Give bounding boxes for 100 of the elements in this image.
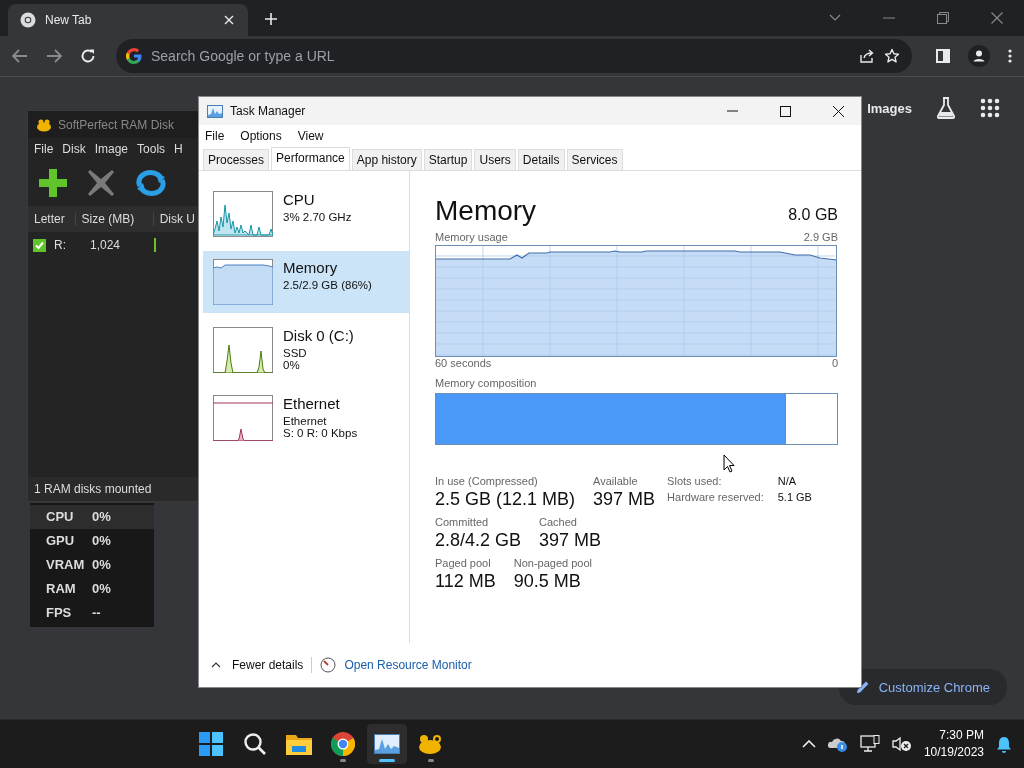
fewer-details-link[interactable]: Fewer details (211, 658, 304, 672)
tab[interactable]: Users (474, 149, 516, 170)
item-detail: 0% (283, 359, 301, 371)
total-memory: 8.0 GB (788, 206, 838, 224)
notification-bell-icon[interactable] (996, 735, 1012, 753)
close-icon[interactable] (833, 105, 844, 117)
star-icon[interactable] (884, 48, 900, 64)
sidebar-item[interactable]: Ethernet Ethernet S: 0 R: 0 Kbps (203, 387, 409, 449)
panel-title: Memory (435, 195, 537, 227)
disk-graph-thumbnail (213, 327, 273, 373)
item-detail: 3% 2.70 GHz (283, 211, 352, 223)
cpu-graph-thumbnail (213, 191, 273, 237)
stat-label: Non-paged pool (513, 557, 592, 569)
search-icon (242, 732, 267, 756)
stat-value: 397 MB (539, 530, 602, 551)
table-cell-text: 1,024 (90, 238, 122, 252)
stat-label: VRAM (46, 558, 86, 572)
stat-value: 0% (92, 510, 112, 524)
column-header[interactable]: Size (MB) (75, 212, 154, 226)
new-tab-icon[interactable] (264, 12, 278, 26)
stat-value: 2.5 GB (12.1 MB) (435, 489, 576, 510)
resource-monitor-icon (320, 657, 337, 673)
folder-icon (285, 733, 312, 755)
tab[interactable]: Details (517, 149, 565, 170)
start-icon (198, 732, 223, 756)
running-indicator (427, 759, 434, 762)
maximize-icon[interactable] (780, 105, 791, 117)
menu-item[interactable]: File (34, 142, 54, 156)
chevron-up-icon[interactable] (801, 740, 816, 748)
chevron-up-icon (211, 662, 221, 668)
sidebar-item[interactable]: CPU 3% 2.70 GHz (203, 183, 409, 245)
share-icon[interactable] (859, 48, 875, 64)
sidebar-item[interactable]: Disk 0 (C:) SSD 0% (203, 319, 409, 381)
column-header[interactable]: Letter (28, 212, 76, 226)
item-detail: Ethernet (283, 415, 328, 427)
task-manager-icon (373, 734, 400, 754)
stat-label: In use (Compressed) (435, 475, 539, 487)
axis-label: 0 (831, 357, 838, 369)
ethernet-graph-thumbnail (213, 395, 273, 441)
stat-value: 112 MB (435, 571, 496, 592)
chevron-down-icon[interactable] (829, 14, 841, 22)
side-panel-icon[interactable] (936, 49, 950, 63)
images-link[interactable]: Images (867, 100, 912, 116)
stat-value: 0% (92, 534, 112, 548)
delete-icon[interactable] (86, 168, 116, 198)
sidebar-item[interactable]: Memory 2.5/2.9 GB (86%) (203, 251, 409, 313)
apps-grid-icon[interactable] (980, 98, 1000, 118)
tab[interactable]: Startup (423, 149, 473, 170)
item-detail: SSD (283, 347, 308, 359)
profile-icon[interactable] (968, 45, 990, 67)
tab[interactable]: Services (566, 149, 623, 170)
back-icon[interactable] (12, 49, 28, 63)
menu-item[interactable]: Image (94, 142, 129, 156)
menu-item[interactable]: Tools (137, 142, 166, 156)
running-indicator (339, 759, 346, 762)
tab[interactable]: Processes (203, 149, 270, 170)
graph-max: 2.9 GB (803, 231, 838, 243)
clock[interactable]: 7:30 PM 10/19/2023 (923, 727, 984, 761)
menu-item[interactable]: Options (240, 129, 282, 143)
detail-value: 5.1 GB (777, 491, 812, 503)
reload-icon[interactable] (80, 48, 96, 64)
refresh-icon[interactable] (134, 169, 168, 197)
volume-muted-icon[interactable] (891, 736, 912, 752)
ram-disk-logo-icon (417, 733, 444, 755)
graph-label: Memory usage (435, 231, 508, 243)
detail-label: Slots used: (667, 475, 723, 487)
network-icon[interactable] (859, 735, 880, 753)
address-field[interactable]: Search Google or type a URL (151, 48, 391, 64)
graph-label: Memory composition (435, 377, 538, 389)
taskbar-app[interactable] (366, 724, 407, 764)
item-title: Disk 0 (C:) (283, 327, 354, 344)
cloud-info-icon[interactable] (827, 736, 848, 752)
item-detail: 2.5/2.9 GB (86%) (283, 279, 372, 291)
stat-value: 397 MB (593, 489, 656, 510)
chrome-icon (330, 732, 355, 756)
resource-monitor-link[interactable]: Open Resource Monitor (344, 658, 472, 672)
item-title: CPU (283, 191, 316, 208)
tab[interactable]: App history (351, 149, 422, 170)
forward-icon[interactable] (46, 49, 62, 63)
stat-label: Paged pool (435, 557, 492, 569)
stat-label: FPS (46, 606, 73, 620)
tab[interactable]: Performance (271, 147, 350, 170)
flask-icon[interactable] (936, 97, 956, 119)
detail-label: Hardware reserved: (667, 491, 764, 503)
stat-value: 0% (92, 558, 112, 572)
stat-label: Committed (435, 516, 490, 528)
menu-item[interactable]: View (297, 129, 324, 143)
plus-icon[interactable] (38, 168, 68, 198)
stat-value: 0% (92, 582, 112, 596)
menu-item[interactable]: File (205, 129, 225, 143)
stat-value: -- (92, 606, 102, 620)
menu-icon[interactable] (1008, 49, 1012, 63)
restore-icon[interactable] (937, 12, 949, 24)
customize-chrome-button[interactable]: Customize Chrome (838, 669, 1007, 705)
menu-item[interactable]: Disk (62, 142, 86, 156)
chrome-icon (20, 12, 36, 28)
checkbox-checked[interactable] (33, 238, 46, 252)
stat-value: 90.5 MB (513, 571, 582, 592)
browser-tab[interactable]: New Tab (8, 4, 248, 36)
menu-item[interactable]: H (174, 142, 183, 156)
